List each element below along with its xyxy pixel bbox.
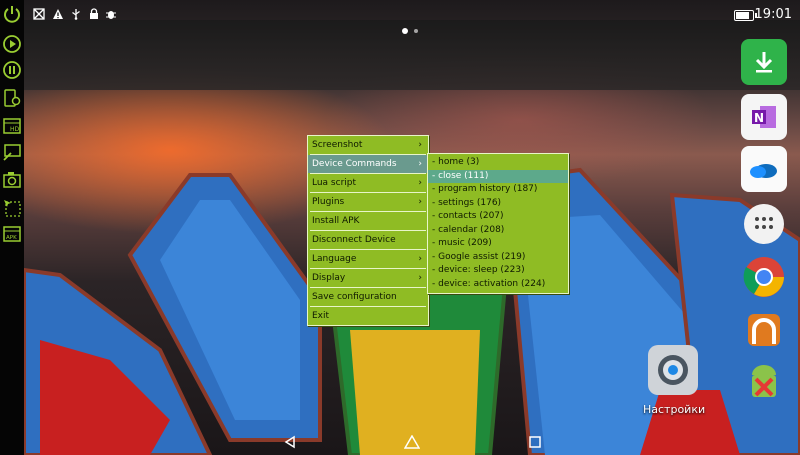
home-icon[interactable]	[404, 434, 420, 450]
download-app-icon[interactable]	[741, 39, 787, 85]
onenote-app-icon[interactable]: N	[741, 94, 787, 140]
screen-cast-icon[interactable]	[2, 142, 22, 162]
vpn-app-icon[interactable]	[741, 307, 787, 353]
menu-item-install-apk[interactable]: Install APK	[308, 212, 428, 230]
settings-app-label[interactable]: Настройки	[643, 403, 705, 416]
lock-icon	[88, 8, 100, 23]
submenu-arrow-icon: ›	[418, 273, 422, 283]
menu-item-label: Language	[312, 254, 357, 264]
svg-text:APK: APK	[6, 235, 17, 241]
usb-icon	[70, 8, 82, 23]
submenu-item-contacts[interactable]: - contacts (207)	[428, 210, 568, 224]
menu-item-label: Exit	[312, 311, 330, 321]
menu-item-screenshot[interactable]: Screenshot ›	[308, 136, 428, 154]
submenu-arrow-icon: ›	[418, 197, 422, 207]
menu-item-label: Disconnect Device	[312, 235, 396, 245]
submenu-item-device-sleep[interactable]: - device: sleep (223)	[428, 264, 568, 278]
submenu-item-calendar[interactable]: - calendar (208)	[428, 224, 568, 238]
onedrive-app-icon[interactable]	[741, 146, 787, 192]
cursor-select-icon[interactable]	[2, 198, 22, 218]
device-commands-submenu: - home (3) - close (111) - program histo…	[427, 153, 569, 294]
settings-app-icon[interactable]	[648, 345, 698, 395]
power-icon[interactable]	[2, 4, 22, 24]
context-menu: Screenshot › Device Commands › Lua script ›…	[307, 135, 429, 326]
menu-item-exit[interactable]: Exit	[308, 307, 428, 325]
submenu-item-music[interactable]: - music (209)	[428, 237, 568, 251]
submenu-item-program-history[interactable]: - program history (187)	[428, 183, 568, 197]
page-dot	[414, 29, 418, 33]
pause-icon[interactable]	[2, 60, 22, 80]
submenu-item-close[interactable]: - close (111)	[428, 169, 568, 183]
menu-item-language[interactable]: Language ›	[308, 250, 428, 268]
menu-item-device-commands[interactable]: Device Commands ›	[308, 155, 428, 173]
menu-item-label: Screenshot	[312, 140, 363, 150]
menu-item-label: Display	[312, 273, 346, 283]
camera-icon[interactable]	[2, 170, 22, 190]
chrome-app-icon[interactable]	[741, 254, 787, 300]
submenu-item-device-activation[interactable]: - device: activation (224)	[428, 278, 568, 292]
page-dot-active	[402, 28, 408, 34]
menu-item-label: Lua script	[312, 178, 357, 188]
apk-icon[interactable]: APK	[2, 224, 22, 244]
submenu-arrow-icon: ›	[418, 159, 422, 169]
android-debug-app-icon[interactable]	[741, 362, 787, 408]
back-icon[interactable]	[282, 434, 298, 450]
app-drawer-icon[interactable]	[741, 201, 787, 247]
menu-item-disconnect-device[interactable]: Disconnect Device	[308, 231, 428, 249]
svg-text:HD: HD	[10, 126, 20, 133]
menu-item-label: Save configuration	[312, 292, 397, 302]
svg-text:N: N	[754, 111, 764, 125]
menu-item-plugins[interactable]: Plugins ›	[308, 193, 428, 211]
submenu-item-google-assist[interactable]: - Google assist (219)	[428, 251, 568, 265]
menu-item-label: Plugins	[312, 197, 345, 207]
nav-bar	[24, 428, 800, 455]
play-icon[interactable]	[2, 34, 22, 54]
submenu-arrow-icon: ›	[418, 140, 422, 150]
menu-item-label: Install APK	[312, 216, 360, 226]
no-sim-icon	[33, 8, 45, 23]
submenu-item-home[interactable]: - home (3)	[428, 156, 568, 170]
submenu-item-settings[interactable]: - settings (176)	[428, 197, 568, 211]
submenu-arrow-icon: ›	[418, 178, 422, 188]
left-toolbar: HD APK	[0, 0, 24, 455]
submenu-arrow-icon: ›	[418, 254, 422, 264]
bug-icon	[105, 8, 117, 23]
menu-item-display[interactable]: Display ›	[308, 269, 428, 287]
menu-item-lua-script[interactable]: Lua script ›	[308, 174, 428, 192]
status-bar: 19:01	[0, 0, 800, 32]
settings-phone-icon[interactable]	[2, 88, 22, 108]
hd-icon[interactable]: HD	[2, 116, 22, 136]
menu-item-label: Device Commands	[312, 159, 397, 169]
warning-icon	[52, 8, 64, 23]
menu-item-save-configuration[interactable]: Save configuration	[308, 288, 428, 306]
recents-icon[interactable]	[527, 434, 543, 450]
